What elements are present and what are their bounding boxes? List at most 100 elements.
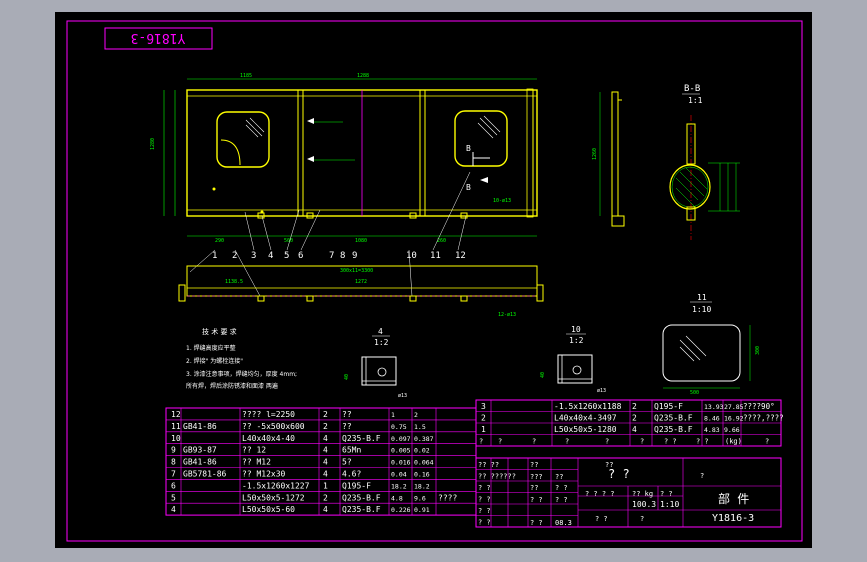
title-field: ? ? bbox=[530, 496, 543, 504]
section-bb-title: B-B bbox=[684, 84, 700, 94]
bom-header-cell: ? bbox=[479, 438, 483, 446]
detail-11-scale: 1:10 bbox=[692, 305, 711, 314]
bom-left-w1: 0.016 bbox=[391, 459, 411, 467]
bom-left-no: 10 bbox=[171, 434, 181, 443]
bom-right-w2: 27.85 bbox=[724, 403, 744, 411]
bom-left-no: 4 bbox=[171, 505, 176, 514]
bom-left-mat: 4.6? bbox=[342, 470, 361, 479]
title-weight: 100.3 bbox=[632, 500, 656, 509]
bom-left-qty: 2 bbox=[323, 410, 328, 419]
callout-10: 10 bbox=[406, 251, 417, 261]
bom-left-name: -1.5x1260x1227 bbox=[242, 481, 310, 490]
bom-left-mat: Q195-F bbox=[342, 481, 371, 490]
title-row-label: ? ? bbox=[478, 507, 491, 515]
bom-left-w1: 0.75 bbox=[391, 423, 407, 431]
section-mark-b-2: B bbox=[466, 183, 471, 192]
title-field: ?? bbox=[530, 461, 538, 469]
bom-header-cell: ? bbox=[498, 438, 502, 446]
bom-header-cell: ? ? bbox=[664, 438, 677, 446]
title-field: ? ? ? ? bbox=[585, 490, 615, 498]
bom-left-w1: 18.2 bbox=[391, 482, 407, 490]
bom-header-cell: ? bbox=[640, 438, 644, 446]
bom-right-name: L50x50x5-1280 bbox=[554, 425, 617, 434]
tech-req-line-3: 3. 涂漆注意事项，焊缝均匀，厚度 4mm; bbox=[186, 370, 297, 378]
bom-left-w2: 0.91 bbox=[414, 506, 430, 514]
bom-left-name: ?? M12x30 bbox=[242, 470, 286, 479]
bom-left-mat: ?? bbox=[342, 410, 352, 419]
bom-left-mat: 65Mn bbox=[342, 446, 361, 455]
title-field: ? bbox=[640, 515, 644, 523]
bom-right-qty: 2 bbox=[632, 402, 637, 411]
bom-left-w2: 2 bbox=[414, 411, 418, 419]
bom-left-code: GB41-86 bbox=[183, 422, 217, 431]
detail-4-hole: ø13 bbox=[398, 393, 407, 399]
bom-left-w2: 0.064 bbox=[414, 459, 434, 467]
bom-left-w1: 0.005 bbox=[391, 447, 411, 455]
dim-d4-w: 40 bbox=[344, 374, 350, 380]
dim-d11-h: 300 bbox=[755, 346, 761, 355]
bom-right-no: 1 bbox=[481, 425, 486, 434]
detail-4-scale: 1:2 bbox=[374, 338, 389, 347]
bom-right-w1: 13.93 bbox=[704, 403, 724, 411]
dim-side-h: 1260 bbox=[592, 148, 598, 160]
bom-left-qty: 4 bbox=[323, 458, 328, 467]
bom-left-w1: 0.226 bbox=[391, 506, 411, 514]
bom-header-cell: (kg) bbox=[725, 438, 742, 446]
bom-left-no: 8 bbox=[171, 458, 176, 467]
bom-header-cell: ? bbox=[765, 438, 769, 446]
callout-8: 8 bbox=[340, 251, 345, 261]
dim-top-total: 1185 bbox=[240, 73, 252, 79]
bom-left-name: ???? l=2250 bbox=[242, 410, 295, 419]
bom-left-name: L50x50x5-60 bbox=[242, 505, 295, 514]
bom-right-qty: 4 bbox=[632, 425, 637, 434]
title-scale: 1:10 bbox=[660, 500, 679, 509]
bom-right-note: ????90° bbox=[743, 402, 775, 411]
bom-left-no: 6 bbox=[171, 481, 176, 490]
dim-flange-len: 1272 bbox=[355, 279, 367, 285]
bom-left-code: GB93-87 bbox=[183, 446, 217, 455]
bom-left-qty: 2 bbox=[323, 422, 328, 431]
bom-right-no: 2 bbox=[481, 414, 486, 423]
dim-mid-span: 1288 bbox=[357, 73, 369, 79]
title-field: ? bbox=[700, 472, 704, 480]
bom-header-cell: ? ? bbox=[696, 438, 709, 446]
dim-top-flange: 300x11=3300 bbox=[340, 268, 373, 274]
cad-drawing: Y1816-3 B B 1185 1288 1280 290 500 1080 … bbox=[55, 12, 812, 548]
callout-9: 9 bbox=[352, 251, 357, 261]
tech-req-line-4: 所有焊，焊后涂防锈漆和面漆 两遍 bbox=[186, 382, 278, 390]
callout-6: 6 bbox=[298, 251, 303, 261]
bom-left-w2: 0.387 bbox=[414, 435, 434, 443]
section-mark-b-1: B bbox=[466, 144, 471, 153]
dim-left-gap: 290 bbox=[215, 238, 224, 244]
bom-left-w2: 18.2 bbox=[414, 482, 430, 490]
callout-3: 3 bbox=[251, 251, 256, 261]
bom-right-mat: Q235-B.F bbox=[654, 414, 693, 423]
section-bb-scale: 1:1 bbox=[688, 96, 703, 105]
title-drawing-name: ? ? bbox=[608, 467, 630, 481]
bom-left-w2: 0.02 bbox=[414, 447, 430, 455]
callout-11: 11 bbox=[430, 251, 441, 261]
bom-left-no: 7 bbox=[171, 470, 176, 479]
bom-left-qty: 4 bbox=[323, 470, 328, 479]
tech-req-title: 技 术 要 求 bbox=[202, 327, 237, 336]
bom-left-w2: 0.16 bbox=[414, 471, 430, 479]
bom-left-mat: 5? bbox=[342, 458, 352, 467]
bom-left-qty: 1 bbox=[323, 481, 328, 490]
callout-1: 1 bbox=[212, 251, 217, 261]
callout-7: 7 bbox=[329, 251, 334, 261]
dim-bottom-span: 1080 bbox=[355, 238, 367, 244]
title-field: ??? bbox=[530, 473, 543, 481]
tech-req-line-2: 2. 焊接" 为螺栓连接" bbox=[186, 357, 243, 365]
bom-left-name: L40x40x4-40 bbox=[242, 434, 295, 443]
bom-left-name: ?? M12 bbox=[242, 458, 271, 467]
bom-right-w1: 8.46 bbox=[704, 415, 720, 423]
bom-left-qty: 4 bbox=[323, 505, 328, 514]
bom-left-name: ?? -5x500x600 bbox=[242, 422, 305, 431]
title-category: 部 件 bbox=[718, 491, 749, 506]
bom-left-no: 5 bbox=[171, 493, 176, 502]
callout-5: 5 bbox=[284, 251, 289, 261]
bom-right-w1: 4.83 bbox=[704, 426, 720, 434]
title-field: ? ? bbox=[530, 519, 543, 527]
bom-left-mat: Q235-B.F bbox=[342, 493, 381, 502]
bom-left-no: 11 bbox=[171, 422, 181, 431]
